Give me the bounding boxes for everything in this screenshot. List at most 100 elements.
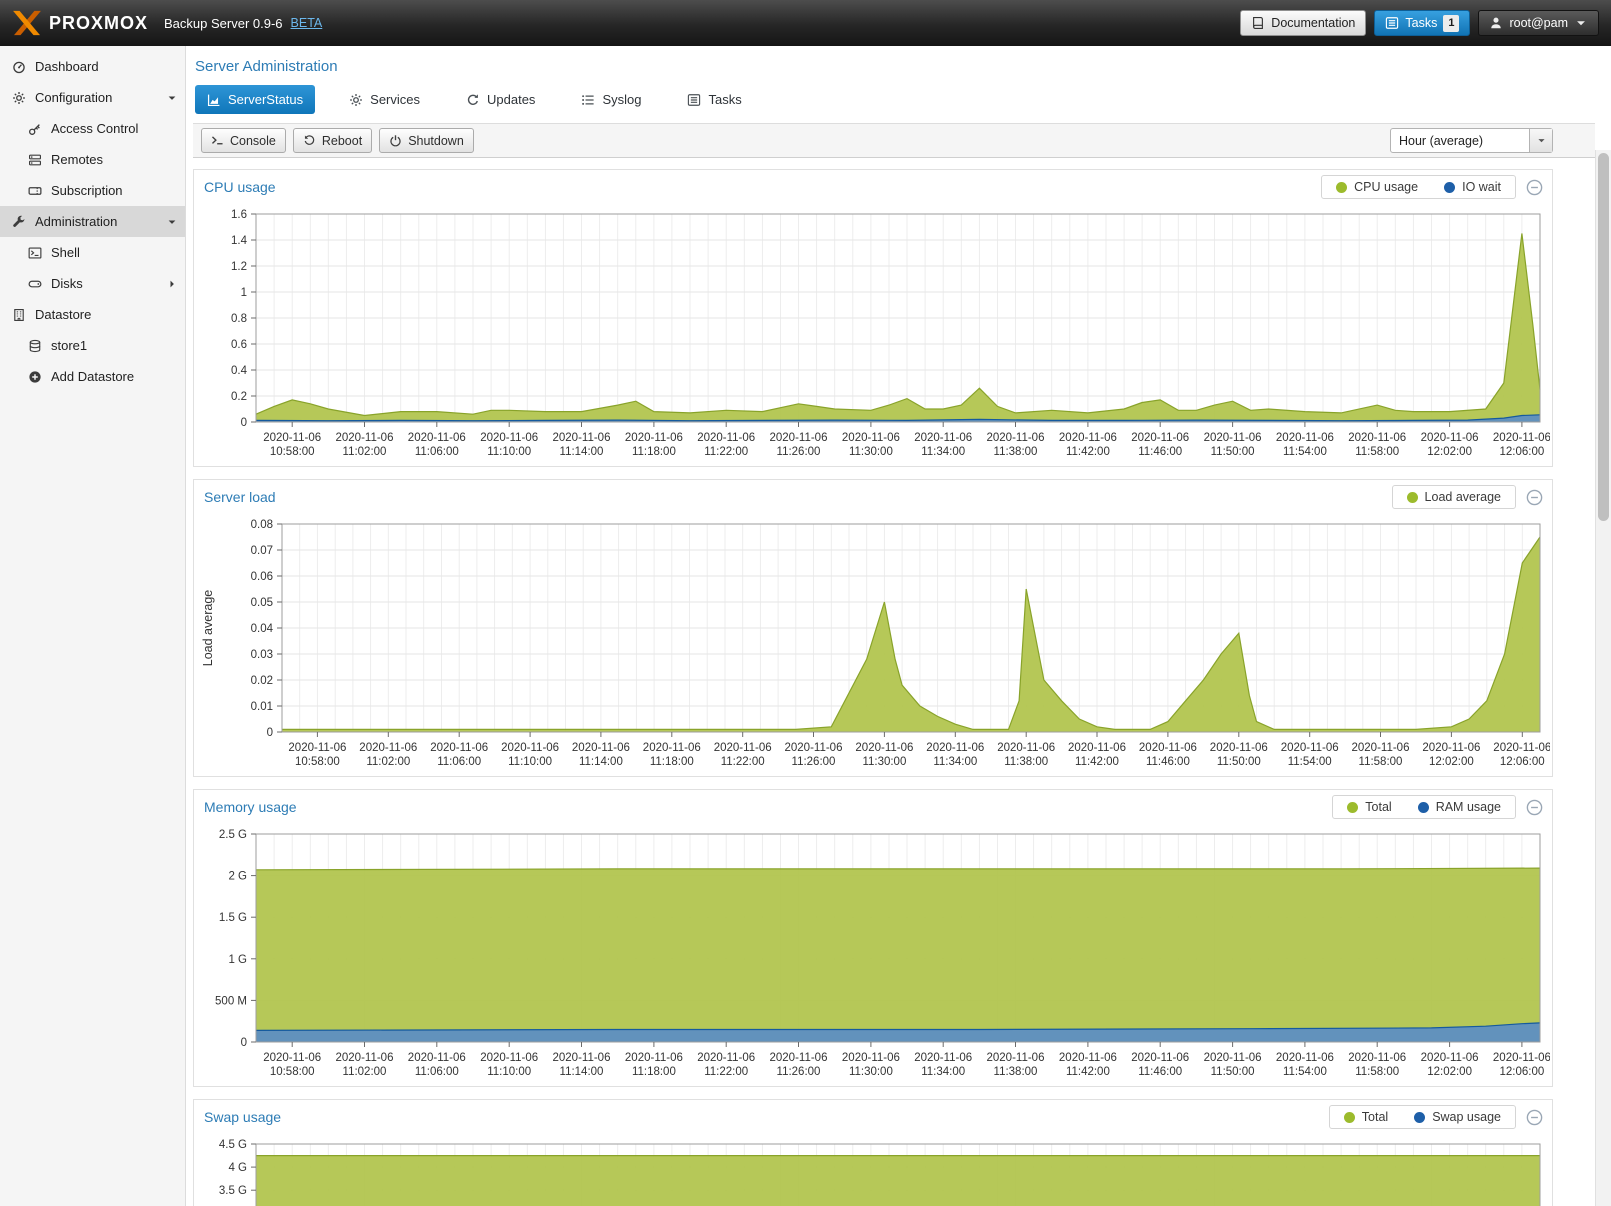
sidebar-item-label: Dashboard (35, 59, 99, 74)
sidebar-item-disks[interactable]: Disks (0, 268, 185, 299)
svg-text:11:38:00: 11:38:00 (994, 446, 1038, 458)
sidebar-item-label: Shell (51, 245, 80, 260)
sidebar-item-label: Add Datastore (51, 369, 134, 384)
legend-item-swap-usage[interactable]: Swap usage (1414, 1110, 1501, 1124)
svg-text:4 G: 4 G (228, 1162, 247, 1174)
shutdown-button[interactable]: Shutdown (379, 128, 474, 153)
tasks-badge: 1 (1443, 15, 1459, 32)
svg-text:2020-11-06: 2020-11-06 (1422, 742, 1480, 754)
sidebar-item-label: Subscription (51, 183, 123, 198)
gauge-icon (12, 60, 26, 74)
collapse-panel-button[interactable] (1526, 799, 1543, 816)
console-button[interactable]: Console (201, 128, 286, 153)
tab-syslog[interactable]: Syslog (569, 85, 653, 114)
svg-text:11:22:00: 11:22:00 (704, 1066, 748, 1078)
user-icon (1489, 16, 1503, 30)
legend-dot (1407, 492, 1418, 503)
timeframe-select[interactable]: Hour (average) (1390, 128, 1553, 153)
svg-text:11:50:00: 11:50:00 (1217, 756, 1261, 768)
tab-updates[interactable]: Updates (454, 85, 547, 114)
svg-text:11:10:00: 11:10:00 (487, 1066, 531, 1078)
svg-text:12:06:00: 12:06:00 (1500, 756, 1545, 768)
collapse-panel-button[interactable] (1526, 1109, 1543, 1126)
chart-title: Server load (204, 489, 276, 505)
svg-text:2020-11-06: 2020-11-06 (697, 432, 755, 444)
panel-server-load: Server loadLoad average00.010.020.030.04… (193, 479, 1553, 777)
sidebar-item-add-datastore[interactable]: Add Datastore (0, 361, 185, 392)
collapse-panel-button[interactable] (1526, 179, 1543, 196)
legend-item-total[interactable]: Total (1344, 1110, 1388, 1124)
svg-text:2020-11-06: 2020-11-06 (480, 1052, 538, 1064)
legend-label: Total (1362, 1110, 1388, 1124)
svg-text:0.04: 0.04 (251, 623, 274, 635)
svg-text:2020-11-06: 2020-11-06 (785, 742, 843, 754)
sidebar-item-datastore[interactable]: Datastore (0, 299, 185, 330)
sidebar-item-subscription[interactable]: Subscription (0, 175, 185, 206)
toolbar-buttons: Console Reboot Shutdown (201, 128, 474, 153)
svg-text:11:18:00: 11:18:00 (632, 446, 676, 458)
sidebar-item-access-control[interactable]: Access Control (0, 113, 185, 144)
sidebar-item-shell[interactable]: Shell (0, 237, 185, 268)
svg-text:11:46:00: 11:46:00 (1138, 1066, 1182, 1078)
sidebar-item-label: Datastore (35, 307, 91, 322)
svg-text:2020-11-06: 2020-11-06 (1276, 1052, 1334, 1064)
svg-text:0.2: 0.2 (231, 391, 247, 403)
svg-text:2020-11-06: 2020-11-06 (914, 432, 972, 444)
svg-text:2020-11-06: 2020-11-06 (625, 432, 683, 444)
sidebar-item-remotes[interactable]: Remotes (0, 144, 185, 175)
legend-item-load-average[interactable]: Load average (1407, 490, 1501, 504)
svg-text:0.6: 0.6 (231, 339, 247, 351)
documentation-button[interactable]: Documentation (1240, 10, 1366, 36)
wrench-icon (12, 215, 26, 229)
tab-label: Tasks (708, 92, 741, 107)
reboot-button[interactable]: Reboot (293, 128, 372, 153)
svg-text:0.08: 0.08 (251, 519, 273, 531)
brand-text: PROXMOX (49, 13, 148, 34)
svg-text:2020-11-06: 2020-11-06 (1059, 432, 1117, 444)
scrollbar[interactable] (1595, 150, 1611, 1206)
legend-label: Swap usage (1432, 1110, 1501, 1124)
tab-label: ServerStatus (228, 92, 303, 107)
sidebar-item-store1[interactable]: store1 (0, 330, 185, 361)
legend-item-ram-usage[interactable]: RAM usage (1418, 800, 1501, 814)
legend-dot (1414, 1112, 1425, 1123)
sidebar-item-label: Access Control (51, 121, 138, 136)
tasks-button[interactable]: Tasks 1 (1374, 10, 1470, 36)
legend-item-total[interactable]: Total (1347, 800, 1391, 814)
charts-container: CPU usage CPU usage IO wait 0 0.2 0.4 0.6 0.8 11… (193, 169, 1595, 1206)
svg-text:2020-11-06: 2020-11-06 (408, 432, 466, 444)
tab-services[interactable]: Services (337, 85, 432, 114)
timeframe-dropdown-trigger[interactable] (1529, 129, 1552, 152)
sidebar-item-configuration[interactable]: Configuration (0, 82, 185, 113)
collapse-panel-button[interactable] (1526, 489, 1543, 506)
terminal-icon (28, 246, 42, 260)
building-icon (12, 308, 26, 322)
chart-title: CPU usage (204, 179, 276, 195)
svg-text:0: 0 (241, 417, 247, 429)
ticket-icon (28, 184, 42, 198)
svg-text:2.5 G: 2.5 G (219, 829, 247, 841)
button-label: Reboot (322, 134, 362, 148)
svg-text:2020-11-06: 2020-11-06 (714, 742, 772, 754)
sidebar-item-dashboard[interactable]: Dashboard (0, 51, 185, 82)
svg-text:2020-11-06: 2020-11-06 (408, 1052, 466, 1064)
legend-item-io-wait[interactable]: IO wait (1444, 180, 1501, 194)
sidebar-item-administration[interactable]: Administration (0, 206, 185, 237)
user-menu-button[interactable]: root@pam (1478, 10, 1599, 36)
svg-text:2020-11-06: 2020-11-06 (1131, 432, 1189, 444)
scrollbar-thumb[interactable] (1598, 153, 1609, 521)
svg-text:11:26:00: 11:26:00 (777, 1066, 821, 1078)
tab-tasks[interactable]: Tasks (675, 85, 753, 114)
svg-text:0.4: 0.4 (231, 365, 248, 377)
toolbar: Console Reboot Shutdown Hour (average) (193, 123, 1595, 158)
svg-text:0.05: 0.05 (251, 597, 273, 609)
svg-text:11:46:00: 11:46:00 (1146, 756, 1190, 768)
svg-text:4.5 G: 4.5 G (219, 1139, 247, 1151)
svg-text:11:06:00: 11:06:00 (415, 1066, 459, 1078)
svg-text:Load average: Load average (201, 590, 215, 667)
beta-link[interactable]: BETA (291, 16, 323, 30)
svg-text:0.8: 0.8 (231, 313, 247, 325)
tab-serverstatus[interactable]: ServerStatus (195, 85, 315, 114)
svg-text:10:58:00: 10:58:00 (295, 756, 340, 768)
legend-item-cpu-usage[interactable]: CPU usage (1336, 180, 1418, 194)
